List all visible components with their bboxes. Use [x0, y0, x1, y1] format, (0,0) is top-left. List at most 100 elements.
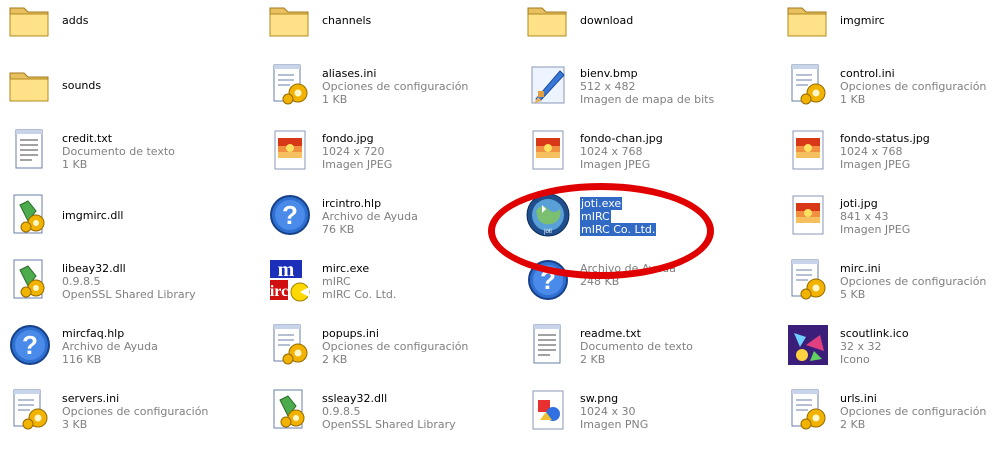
file-label: sounds	[62, 79, 101, 92]
file-label: fondo-status.jpg 1024 x 768 Imagen JPEG	[840, 132, 930, 171]
file-type: Archivo de Ayuda	[322, 210, 418, 223]
file-label: joti.jpg 841 x 43 Imagen JPEG	[840, 197, 910, 236]
file-item-fondo-chan-jpg[interactable]: fondo-chan.jpg 1024 x 768 Imagen JPEG	[518, 122, 758, 178]
file-size: Imagen PNG	[580, 418, 649, 431]
file-item-credit-txt[interactable]: credit.txt Documento de texto 1 KB	[0, 122, 240, 178]
file-name: libeay32.dll	[62, 262, 126, 275]
file-name: credit.txt	[62, 132, 113, 145]
file-type: Archivo de Ayuda	[580, 262, 676, 275]
file-size: Imagen JPEG	[322, 158, 393, 171]
file-name: readme.txt	[580, 327, 641, 340]
file-item-mircfaq-hlp[interactable]: ? mircfaq.hlp Archivo de Ayuda 116 KB	[0, 317, 240, 373]
file-type: Opciones de configuración	[322, 80, 469, 93]
file-item-libeay32-dll[interactable]: libeay32.dll 0.9.8.5 OpenSSL Shared Librar…	[0, 252, 240, 308]
file-label: joti.exe mIRC mIRC Co. Ltd.	[580, 197, 657, 236]
file-size: OpenSSL Shared Library	[62, 288, 196, 301]
folder-icon	[524, 0, 572, 44]
file-size: mIRC Co. Ltd.	[580, 223, 657, 236]
file-name: imgmirc	[840, 14, 885, 27]
file-item-sounds[interactable]: sounds	[0, 57, 240, 113]
jpeg-image-icon	[784, 126, 832, 174]
file-size: 1 KB	[62, 158, 88, 171]
file-size: 248 KB	[580, 275, 620, 288]
file-size: Imagen JPEG	[840, 158, 911, 171]
svg-text:irc: irc	[270, 283, 288, 300]
file-name: control.ini	[840, 67, 895, 80]
file-item-readme-txt[interactable]: readme.txt Documento de texto 2 KB	[518, 317, 758, 373]
file-label: popups.ini Opciones de configuración 2 KB	[322, 327, 468, 366]
file-type: Opciones de configuración	[840, 80, 987, 93]
file-type: Documento de texto	[580, 340, 693, 353]
file-item-ircintro-hlp[interactable]: ? ircintro.hlp Archivo de Ayuda 76 KB	[260, 187, 500, 243]
file-item-adds[interactable]: adds	[0, 0, 240, 48]
file-name: aliases.ini	[322, 67, 377, 80]
file-item-imgmirc-dll[interactable]: imgmirc.dll	[0, 187, 240, 243]
config-file-icon	[784, 256, 832, 304]
file-item-popups-ini[interactable]: popups.ini Opciones de configuración 2 KB	[260, 317, 500, 373]
file-item-mirc-ini[interactable]: mirc.ini Opciones de configuración 5 KB	[778, 252, 995, 308]
file-size: 116 KB	[62, 353, 102, 366]
file-item-aliases-ini[interactable]: aliases.ini Opciones de configuración 1 KB	[260, 57, 500, 113]
file-type: Documento de texto	[62, 145, 175, 158]
jpeg-image-icon	[266, 126, 314, 174]
svg-text:?: ?	[282, 200, 298, 230]
file-size: 1 KB	[840, 93, 866, 106]
file-item-mirc-exe[interactable]: m irc mirc.exe mIRC mIRC Co. Ltd.	[260, 252, 500, 308]
file-label: mircfaq.hlp Archivo de Ayuda 116 KB	[62, 327, 158, 366]
file-item-channels[interactable]: channels	[260, 0, 500, 48]
file-item-servers-ini[interactable]: servers.ini Opciones de configuración 3 KB	[0, 382, 240, 438]
file-type: 32 x 32	[840, 340, 882, 353]
dll-gear-icon	[6, 191, 54, 239]
file-type: Opciones de configuración	[322, 340, 469, 353]
file-type: Opciones de configuración	[840, 405, 987, 418]
file-label: urls.ini Opciones de configuración 2 KB	[840, 392, 986, 431]
file-label: ircintro.hlp Archivo de Ayuda 76 KB	[322, 197, 418, 236]
file-item-ssleay32-dll[interactable]: ssleay32.dll 0.9.8.5 OpenSSL Shared Librar…	[260, 382, 500, 438]
file-name: popups.ini	[322, 327, 379, 340]
file-size: Imagen JPEG	[580, 158, 651, 171]
file-item-bienv-bmp[interactable]: bienv.bmp 512 x 482 Imagen de mapa de bits	[518, 57, 758, 113]
file-name: fondo-status.jpg	[840, 132, 930, 145]
file-item-fondo-jpg[interactable]: fondo.jpg 1024 x 720 Imagen JPEG	[260, 122, 500, 178]
file-item-imgmirc[interactable]: imgmirc	[778, 0, 995, 48]
text-file-icon	[524, 321, 572, 369]
file-type: 1024 x 30	[580, 405, 636, 418]
file-type: 512 x 482	[580, 80, 636, 93]
dll-gear-icon	[266, 386, 314, 434]
file-label: imgmirc	[840, 14, 885, 27]
file-name: imgmirc.dll	[62, 209, 124, 222]
file-label: adds	[62, 14, 88, 27]
scoutlink-icon	[784, 321, 832, 369]
file-size: 2 KB	[322, 353, 348, 366]
file-item-joti-jpg[interactable]: joti.jpg 841 x 43 Imagen JPEG	[778, 187, 995, 243]
config-file-icon	[6, 386, 54, 434]
file-name: joti.jpg	[840, 197, 878, 210]
file-type: 0.9.8.5	[322, 405, 361, 418]
file-item-sw-png[interactable]: sw.png 1024 x 30 Imagen PNG	[518, 382, 758, 438]
file-item-scoutlink-ico[interactable]: scoutlink.ico 32 x 32 Icono	[778, 317, 995, 373]
joti-globe-icon: joti	[524, 191, 572, 239]
file-item-fondo-status-jpg[interactable]: fondo-status.jpg 1024 x 768 Imagen JPEG	[778, 122, 995, 178]
file-type: Archivo de Ayuda	[62, 340, 158, 353]
help-file-icon: ?	[266, 191, 314, 239]
file-item-control-ini[interactable]: control.ini Opciones de configuración 1 KB	[778, 57, 995, 113]
text-file-icon	[6, 126, 54, 174]
file-name: scoutlink.ico	[840, 327, 909, 340]
file-type: Opciones de configuración	[840, 275, 987, 288]
file-item-download[interactable]: download	[518, 0, 758, 48]
file-type: mIRC	[322, 275, 351, 288]
file-item-urls-ini[interactable]: urls.ini Opciones de configuración 2 KB	[778, 382, 995, 438]
file-label: mirc.exe mIRC mIRC Co. Ltd.	[322, 262, 396, 301]
file-size: 2 KB	[580, 353, 606, 366]
folder-icon	[266, 0, 314, 44]
folder-icon	[6, 0, 54, 44]
file-label: aliases.ini Opciones de configuración 1 KB	[322, 67, 468, 106]
file-item-joti-exe[interactable]: joti joti.exe mIRC mIRC Co. Ltd.	[518, 187, 758, 243]
file-size: 3 KB	[62, 418, 88, 431]
file-name: bienv.bmp	[580, 67, 638, 80]
file-item-unnamed[interactable]: ? Archivo de Ayuda 248 KB	[518, 252, 758, 308]
file-name: mirc.ini	[840, 262, 881, 275]
file-name: mircfaq.hlp	[62, 327, 125, 340]
mirc-app-icon: m irc	[266, 256, 314, 304]
file-size: Icono	[840, 353, 870, 366]
